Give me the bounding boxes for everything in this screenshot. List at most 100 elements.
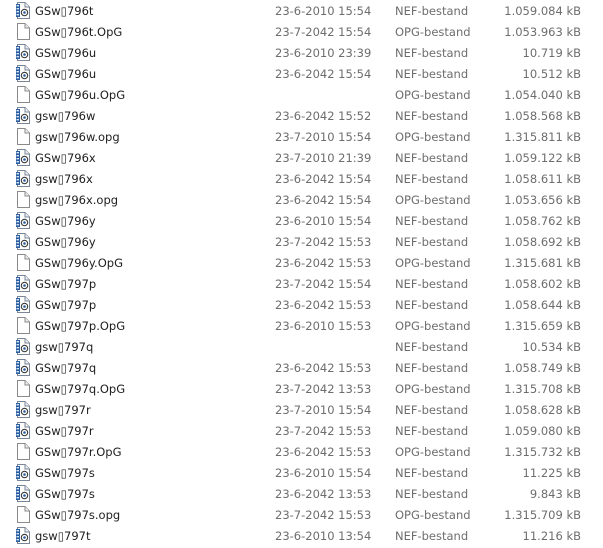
file-row[interactable]: gsw▯796w.opg 23-7-2010 15:54 OPG-bestand 1.… <box>0 127 603 148</box>
file-row[interactable]: GSw▯796u 23-6-2042 15:54 NEF-bestand 10.512… <box>0 64 603 85</box>
file-modified-date: 23-6-2042 15:52 <box>275 109 372 123</box>
file-modified-date: 23-7-2010 15:54 <box>275 403 372 417</box>
file-size: 9.843 kB <box>529 487 581 501</box>
file-name: GSw▯796u.OpG <box>35 88 126 102</box>
file-size: 1.315.708 kB <box>504 382 581 396</box>
file-row[interactable]: GSw▯797r 23-7-2042 15:53 NEF-bestand 1.059.… <box>0 421 603 442</box>
file-row[interactable]: GSw▯796t 23-6-2010 15:54 NEF-bestand 1.059.… <box>0 1 603 22</box>
file-size: 1.315.681 kB <box>504 256 581 270</box>
blank-file-icon <box>16 317 30 334</box>
nef-image-file-icon <box>16 485 30 502</box>
file-row[interactable]: GSw▯796u.OpG OPG-bestand 1.054.040 kB <box>0 85 603 106</box>
file-name: GSw▯796y <box>35 214 96 228</box>
file-modified-date: 23-7-2042 15:53 <box>275 424 372 438</box>
file-name: GSw▯796y.OpG <box>35 256 123 270</box>
file-type: NEF-bestand <box>395 529 469 543</box>
file-type: NEF-bestand <box>395 172 469 186</box>
file-modified-date: 23-7-2042 13:53 <box>275 382 372 396</box>
file-row[interactable]: gsw▯796x 23-6-2042 15:54 NEF-bestand 1.058.… <box>0 169 603 190</box>
nef-image-file-icon <box>16 233 30 250</box>
file-modified-date: 23-6-2042 15:54 <box>275 172 372 186</box>
file-type: NEF-bestand <box>395 109 469 123</box>
file-name: gsw▯796w <box>35 109 96 123</box>
file-name: GSw▯797p <box>35 298 97 312</box>
file-name: GSw▯796x <box>35 151 96 165</box>
file-size: 10.534 kB <box>522 340 581 354</box>
file-row[interactable]: GSw▯797r.OpG 23-6-2042 15:53 OPG-bestand 1.… <box>0 442 603 463</box>
nef-image-file-icon <box>16 527 30 544</box>
file-row[interactable]: gsw▯797t 23-6-2010 13:54 NEF-bestand 11.216… <box>0 526 603 547</box>
file-modified-date: 23-6-2010 15:54 <box>275 466 372 480</box>
file-row[interactable]: GSw▯797p 23-6-2042 15:53 NEF-bestand 1.058.… <box>0 295 603 316</box>
file-name: gsw▯797t <box>35 529 91 543</box>
nef-image-file-icon <box>16 170 30 187</box>
blank-file-icon <box>16 506 30 523</box>
file-size: 1.053.963 kB <box>504 25 581 39</box>
file-type: OPG-bestand <box>395 445 471 459</box>
file-name: GSw▯797s.opg <box>35 508 121 522</box>
file-modified-date: 23-6-2010 15:54 <box>275 214 372 228</box>
file-size: 1.054.040 kB <box>504 88 581 102</box>
file-modified-date: 23-7-2010 21:39 <box>275 151 372 165</box>
file-row[interactable]: GSw▯797p 23-7-2042 15:54 NEF-bestand 1.058.… <box>0 274 603 295</box>
nef-image-file-icon <box>16 212 30 229</box>
nef-image-file-icon <box>16 65 30 82</box>
file-type: OPG-bestand <box>395 256 471 270</box>
blank-file-icon <box>16 443 30 460</box>
file-row[interactable]: GSw▯797q 23-6-2042 15:53 NEF-bestand 1.058.… <box>0 358 603 379</box>
file-size: 1.315.732 kB <box>504 445 581 459</box>
nef-image-file-icon <box>16 275 30 292</box>
file-name: gsw▯796x <box>35 172 93 186</box>
file-row[interactable]: GSw▯796y.OpG 23-6-2042 15:53 OPG-bestand 1.… <box>0 253 603 274</box>
file-row[interactable]: GSw▯797q.OpG 23-7-2042 13:53 OPG-bestand 1.… <box>0 379 603 400</box>
file-row[interactable]: GSw▯796y 23-7-2042 15:53 NEF-bestand 1.058.… <box>0 232 603 253</box>
file-name: GSw▯797q <box>35 361 97 375</box>
file-row[interactable]: GSw▯796u 23-6-2010 23:39 NEF-bestand 10.719… <box>0 43 603 64</box>
nef-image-file-icon <box>16 422 30 439</box>
file-row[interactable]: GSw▯797s 23-6-2042 13:53 NEF-bestand 9.843 … <box>0 484 603 505</box>
file-name: GSw▯797s <box>35 466 95 480</box>
file-modified-date: 23-6-2042 15:53 <box>275 361 372 375</box>
blank-file-icon <box>16 128 30 145</box>
file-type: NEF-bestand <box>395 424 469 438</box>
file-type: NEF-bestand <box>395 67 469 81</box>
file-size: 11.216 kB <box>522 529 581 543</box>
file-name: GSw▯797q.OpG <box>35 382 126 396</box>
nef-image-file-icon <box>16 359 30 376</box>
file-modified-date: 23-7-2042 15:53 <box>275 508 372 522</box>
blank-file-icon <box>16 380 30 397</box>
file-size: 1.058.749 kB <box>504 361 581 375</box>
file-name: gsw▯797q <box>35 340 94 354</box>
file-row[interactable]: gsw▯797q NEF-bestand 10.534 kB <box>0 337 603 358</box>
file-modified-date: 23-6-2010 13:54 <box>275 529 372 543</box>
file-name: GSw▯796y <box>35 235 96 249</box>
file-row[interactable]: gsw▯796x.opg 23-6-2042 15:54 OPG-bestand 1.… <box>0 190 603 211</box>
nef-image-file-icon <box>16 44 30 61</box>
file-row[interactable]: GSw▯796y 23-6-2010 15:54 NEF-bestand 1.058.… <box>0 211 603 232</box>
file-row[interactable]: GSw▯796t.OpG 23-7-2042 15:54 OPG-bestand 1.… <box>0 22 603 43</box>
file-row[interactable]: gsw▯796w 23-6-2042 15:52 NEF-bestand 1.058.… <box>0 106 603 127</box>
file-size: 1.053.656 kB <box>504 193 581 207</box>
file-list: GSw▯796t 23-6-2010 15:54 NEF-bestand 1.059.… <box>0 0 603 548</box>
file-type: NEF-bestand <box>395 235 469 249</box>
file-type: OPG-bestand <box>395 382 471 396</box>
file-row[interactable]: GSw▯796x 23-7-2010 21:39 NEF-bestand 1.059.… <box>0 148 603 169</box>
file-row[interactable]: gsw▯797r 23-7-2010 15:54 NEF-bestand 1.058.… <box>0 400 603 421</box>
file-size: 10.719 kB <box>522 46 581 60</box>
file-modified-date: 23-7-2042 15:54 <box>275 277 372 291</box>
file-row[interactable]: GSw▯797s 23-6-2010 15:54 NEF-bestand 11.225… <box>0 463 603 484</box>
file-row[interactable]: GSw▯797p.OpG 23-6-2010 15:53 OPG-bestand 1.… <box>0 316 603 337</box>
file-size: 1.059.080 kB <box>504 424 581 438</box>
file-row[interactable]: GSw▯797s.opg 23-7-2042 15:53 OPG-bestand 1.… <box>0 505 603 526</box>
file-name: gsw▯797r <box>35 403 91 417</box>
file-type: OPG-bestand <box>395 193 471 207</box>
file-size: 1.315.659 kB <box>504 319 581 333</box>
file-modified-date: 23-7-2010 15:54 <box>275 130 372 144</box>
file-modified-date: 23-6-2010 15:53 <box>275 319 372 333</box>
file-name: GSw▯797r.OpG <box>35 445 122 459</box>
file-name: gsw▯796w.opg <box>35 130 120 144</box>
file-size: 1.315.811 kB <box>504 130 581 144</box>
file-size: 1.058.611 kB <box>504 172 581 186</box>
file-name: GSw▯796u <box>35 67 97 81</box>
nef-image-file-icon <box>16 149 30 166</box>
